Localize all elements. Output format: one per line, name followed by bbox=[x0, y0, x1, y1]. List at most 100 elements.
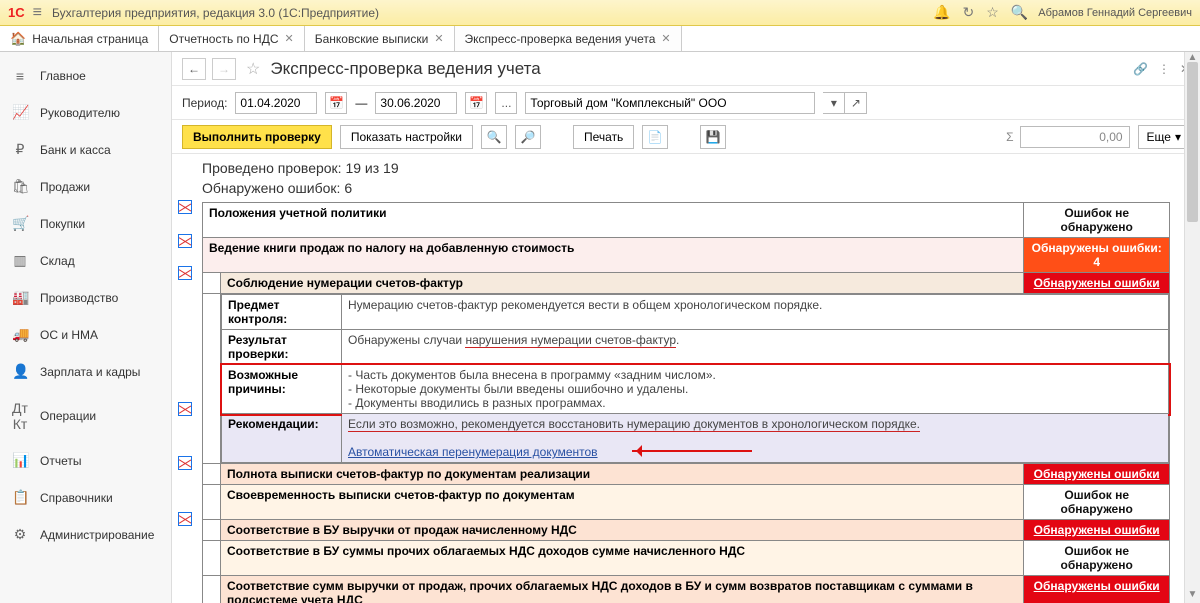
hamburger-icon[interactable]: ≡ bbox=[33, 4, 42, 22]
sidebar-item-hr[interactable]: 👤Зарплата и кадры bbox=[0, 353, 171, 390]
bell-icon[interactable]: 🔔 bbox=[933, 4, 950, 21]
sidebar-item-label: Зарплата и кадры bbox=[40, 365, 140, 379]
show-settings-button[interactable]: Показать настройки bbox=[340, 125, 473, 149]
detail-text: Обнаружены случаи нарушения нумерации сч… bbox=[342, 330, 1169, 365]
status-cell: Обнаружены ошибки: 4 bbox=[1024, 238, 1170, 273]
section-title: Соблюдение нумерации счетов-фактур bbox=[221, 273, 1024, 294]
tab-bank-statements[interactable]: Банковские выписки ✕ bbox=[305, 26, 455, 51]
sidebar-item-label: Отчеты bbox=[40, 454, 81, 468]
table-row[interactable]: Соответствие сумм выручки от продаж, про… bbox=[203, 576, 1170, 603]
status-cell: Обнаружены ошибки bbox=[1024, 464, 1170, 485]
vertical-scrollbar[interactable]: ▲ ▼ bbox=[1184, 52, 1200, 603]
status-cell: Обнаружены ошибки bbox=[1024, 273, 1170, 294]
chevron-down-icon: ▾ bbox=[1175, 130, 1181, 144]
save-button[interactable]: 💾 bbox=[700, 125, 726, 149]
table-row[interactable]: Соблюдение нумерации счетов-фактур Обнар… bbox=[203, 273, 1170, 294]
renumber-link[interactable]: Автоматическая перенумерация документов bbox=[348, 445, 598, 459]
period-picker-button[interactable]: ... bbox=[495, 92, 517, 114]
table-row[interactable]: Соответствие в БУ суммы прочих облагаемы… bbox=[203, 541, 1170, 576]
detail-label: Результат проверки: bbox=[222, 330, 342, 365]
sidebar-item-label: Операции bbox=[40, 409, 96, 423]
org-dropdown-button[interactable]: ▾ bbox=[823, 92, 845, 114]
tab-vat-reports[interactable]: Отчетность по НДС ✕ bbox=[159, 26, 304, 51]
date-from-input[interactable] bbox=[235, 92, 317, 114]
image-placeholder-icon bbox=[178, 266, 192, 280]
bank-icon: ₽ bbox=[12, 141, 28, 158]
period-bar: Период: 📅 — 📅 ... ▾ ↗ bbox=[172, 86, 1200, 120]
sidebar-item-reports[interactable]: 📊Отчеты bbox=[0, 442, 171, 479]
errors-summary: Обнаружено ошибок: 6 bbox=[202, 178, 1170, 198]
sidebar-item-label: Продажи bbox=[40, 180, 90, 194]
link-icon[interactable]: 🔗 bbox=[1133, 62, 1148, 76]
status-cell: Ошибок не обнаружено bbox=[1024, 203, 1170, 238]
tab-label: Экспресс-проверка ведения учета bbox=[465, 32, 656, 46]
date-to-input[interactable] bbox=[375, 92, 457, 114]
sidebar-item-label: Банк и касса bbox=[40, 143, 111, 157]
sidebar-item-label: Руководителю bbox=[40, 106, 120, 120]
detail-label: Рекомендации: bbox=[222, 414, 342, 463]
table-row[interactable]: Полнота выписки счетов-фактур по докумен… bbox=[203, 464, 1170, 485]
calendar-from-button[interactable]: 📅 bbox=[325, 92, 347, 114]
scrollbar-thumb[interactable] bbox=[1187, 62, 1198, 222]
sidebar-item-bank[interactable]: ₽ Банк и касса bbox=[0, 131, 171, 168]
table-row[interactable]: Соответствие в БУ выручки от продаж начи… bbox=[203, 520, 1170, 541]
favorite-icon[interactable]: ☆ bbox=[246, 59, 260, 79]
book-icon: 📋 bbox=[12, 489, 28, 506]
tab-bar: 🏠 Начальная страница Отчетность по НДС ✕… bbox=[0, 26, 1200, 52]
sidebar-item-catalogs[interactable]: 📋 Справочники bbox=[0, 479, 171, 516]
tab-label: Начальная страница bbox=[32, 32, 148, 46]
zoom-out-button[interactable]: 🔎 bbox=[515, 125, 541, 149]
sidebar-item-label: Склад bbox=[40, 254, 75, 268]
section-title: Соответствие сумм выручки от продаж, про… bbox=[221, 576, 1024, 603]
organization-input[interactable] bbox=[525, 92, 815, 114]
nav-back-button[interactable]: ← bbox=[182, 58, 206, 80]
sidebar-item-production[interactable]: 🏭Производство bbox=[0, 279, 171, 316]
cart-icon: 🛍 bbox=[12, 178, 28, 195]
toolbar: Выполнить проверку Показать настройки 🔍 … bbox=[172, 120, 1200, 154]
kebab-icon[interactable]: ⋮ bbox=[1158, 62, 1170, 76]
sum-input[interactable] bbox=[1020, 126, 1130, 148]
section-title: Положения учетной политики bbox=[203, 203, 1024, 238]
detail-text: Нумерацию счетов-фактур рекомендуется ве… bbox=[342, 295, 1169, 330]
table-row[interactable]: Ведение книги продаж по налогу на добавл… bbox=[203, 238, 1170, 273]
user-name[interactable]: Абрамов Геннадий Сергеевич bbox=[1038, 7, 1192, 19]
calendar-to-button[interactable]: 📅 bbox=[465, 92, 487, 114]
sidebar-item-purchases[interactable]: 🛒Покупки bbox=[0, 205, 171, 242]
close-icon[interactable]: ✕ bbox=[285, 32, 294, 45]
history-icon[interactable]: ↻ bbox=[963, 4, 975, 21]
star-icon[interactable]: ☆ bbox=[986, 4, 999, 21]
sidebar-item-main[interactable]: ≡Главное bbox=[0, 58, 171, 94]
sidebar-item-label: Производство bbox=[40, 291, 118, 305]
scroll-down-icon[interactable]: ▼ bbox=[1185, 589, 1200, 603]
sidebar-item-manager[interactable]: 📈Руководителю bbox=[0, 94, 171, 131]
sidebar-item-assets[interactable]: 🚚ОС и НМА bbox=[0, 316, 171, 353]
close-icon[interactable]: ✕ bbox=[434, 32, 443, 45]
sidebar-item-label: Справочники bbox=[40, 491, 113, 505]
nav-forward-button[interactable]: → bbox=[212, 58, 236, 80]
checks-summary: Проведено проверок: 19 из 19 bbox=[202, 158, 1170, 178]
image-placeholder-icon bbox=[178, 402, 192, 416]
run-check-button[interactable]: Выполнить проверку bbox=[182, 125, 332, 149]
tab-express-check[interactable]: Экспресс-проверка ведения учета ✕ bbox=[455, 26, 682, 51]
sidebar-item-sales[interactable]: 🛍 Продажи bbox=[0, 168, 171, 205]
more-button[interactable]: Еще▾ bbox=[1138, 125, 1190, 149]
sidebar-item-admin[interactable]: ⚙Администрирование bbox=[0, 516, 171, 553]
print-button[interactable]: Печать bbox=[573, 125, 634, 149]
sidebar-item-warehouse[interactable]: ▥Склад bbox=[0, 242, 171, 279]
tab-home[interactable]: 🏠 Начальная страница bbox=[0, 26, 159, 51]
section-title: Своевременность выписки счетов-фактур по… bbox=[221, 485, 1024, 520]
close-icon[interactable]: ✕ bbox=[661, 32, 670, 45]
zoom-in-button[interactable]: 🔍 bbox=[481, 125, 507, 149]
tab-label: Отчетность по НДС bbox=[169, 32, 278, 46]
status-cell: Обнаружены ошибки bbox=[1024, 520, 1170, 541]
menu-icon: ≡ bbox=[12, 68, 28, 84]
page-header: ← → ☆ Экспресс-проверка ведения учета 🔗 … bbox=[172, 52, 1200, 86]
table-row[interactable]: Своевременность выписки счетов-фактур по… bbox=[203, 485, 1170, 520]
print-options-button[interactable]: 📄 bbox=[642, 125, 668, 149]
org-open-button[interactable]: ↗ bbox=[845, 92, 867, 114]
status-cell: Обнаружены ошибки bbox=[1024, 576, 1170, 603]
sidebar-item-operations[interactable]: ДтКтОперации bbox=[0, 390, 171, 442]
search-icon[interactable]: 🔍 bbox=[1011, 4, 1028, 21]
app-title: Бухгалтерия предприятия, редакция 3.0 (1… bbox=[52, 6, 379, 20]
table-row[interactable]: Положения учетной политики Ошибок не обн… bbox=[203, 203, 1170, 238]
